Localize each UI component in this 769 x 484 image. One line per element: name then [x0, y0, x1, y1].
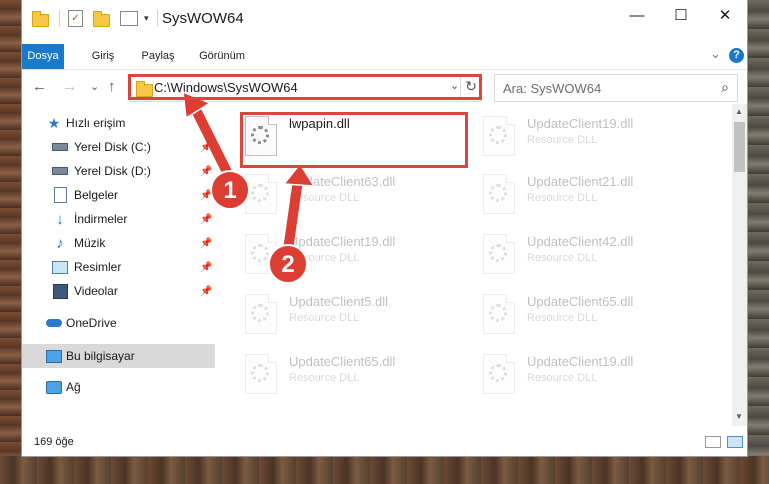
address-bar-highlight: [128, 74, 482, 100]
step-badge-2: 2: [268, 244, 308, 284]
step-badge-1: 1: [210, 170, 250, 210]
annotation-arrow-2: [283, 175, 303, 255]
annotation-overlay: [182, 90, 316, 255]
annotation-arrow-1: [189, 101, 235, 183]
file-highlight: [240, 112, 468, 168]
